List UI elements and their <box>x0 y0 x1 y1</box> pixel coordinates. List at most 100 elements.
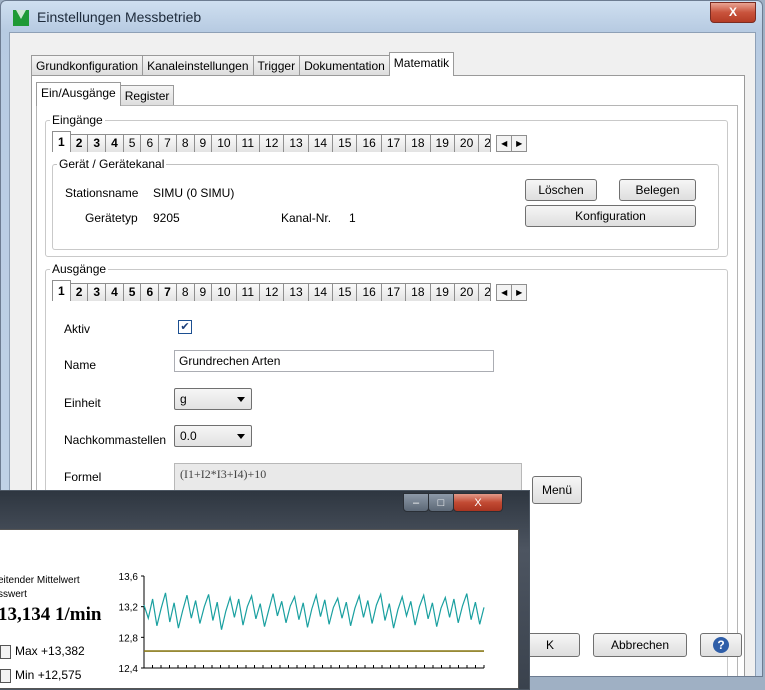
max-value: +13,382 <box>41 644 85 658</box>
output-channel-tab[interactable]: 5 <box>122 283 142 301</box>
decimals-select[interactable]: 0.0 <box>174 425 252 447</box>
output-tab-scroll: ◀ ▶ <box>496 284 528 301</box>
input-channel-tab[interactable]: 10 <box>211 134 237 152</box>
output-channel-tab[interactable]: 20 <box>453 283 480 301</box>
output-channel-tab[interactable]: 19 <box>429 283 455 301</box>
max-toggle[interactable] <box>0 644 11 659</box>
tab-dokumentation[interactable]: Dokumentation <box>299 55 390 76</box>
channel-no-label: Kanal-Nr. <box>281 211 332 225</box>
input-channel-tab[interactable]: 14 <box>307 134 334 152</box>
minimize-button[interactable]: – <box>403 493 429 512</box>
output-channel-tab[interactable]: 16 <box>356 283 382 301</box>
output-channel-tab[interactable]: 9 <box>193 283 213 301</box>
app-logo-icon <box>13 10 29 26</box>
input-channel-tabs: 1 2 3 4 5 6 7 8 9 10 11 12 13 14 15 16 1… <box>52 131 528 152</box>
input-channel-tab[interactable]: 4 <box>105 134 124 152</box>
input-channel-tab[interactable]: 19 <box>429 134 455 152</box>
input-channel-tab[interactable]: 7 <box>158 134 177 152</box>
main-tabs: Grundkonfiguration Kanaleinstellungen Tr… <box>31 52 455 76</box>
input-channel-tab[interactable]: 2 <box>478 134 492 152</box>
tab-ein-ausgaenge[interactable]: Ein/Ausgänge <box>36 82 121 106</box>
input-channel-tab[interactable]: 12 <box>259 134 285 152</box>
min-toggle[interactable] <box>0 668 11 683</box>
name-input[interactable]: Grundrechen Arten <box>174 350 494 372</box>
input-channel-tab[interactable]: 1 <box>52 131 71 152</box>
output-channel-tab[interactable]: 7 <box>158 283 177 301</box>
tab-kanaleinstellungen[interactable]: Kanaleinstellungen <box>142 55 254 76</box>
decimals-value: 0.0 <box>180 429 197 443</box>
output-channel-tab[interactable]: 10 <box>211 283 237 301</box>
trend-chart: 13,6 13,2 12,8 12,4 <box>119 572 485 675</box>
output-channel-tab[interactable]: 14 <box>307 283 334 301</box>
overlay-close-button[interactable]: X <box>453 493 503 512</box>
close-button[interactable]: X <box>710 2 756 23</box>
output-channel-tab[interactable]: 12 <box>259 283 285 301</box>
chevron-down-icon <box>237 434 245 439</box>
output-channel-tab[interactable]: 1 <box>52 280 71 301</box>
input-channel-tab[interactable]: 16 <box>356 134 382 152</box>
name-label: Name <box>64 358 97 372</box>
tab-register[interactable]: Register <box>119 85 175 106</box>
station-value: SIMU (0 SIMU) <box>153 186 235 200</box>
unit-value: g <box>180 392 187 406</box>
device-group: Gerät / Gerätekanal Stationsname SIMU (0… <box>52 157 719 250</box>
scroll-right-icon[interactable]: ▶ <box>511 135 528 152</box>
max-row: Max +13,382 <box>0 644 85 659</box>
delete-button[interactable]: Löschen <box>525 179 597 201</box>
output-channel-tab[interactable]: 3 <box>87 283 107 301</box>
input-channel-tab[interactable]: 20 <box>453 134 480 152</box>
input-channel-tab[interactable]: 11 <box>235 134 261 152</box>
measurement-client: eitender Mittelwert sswert 13,134 1/min … <box>0 529 519 689</box>
tab-matematik[interactable]: Matematik <box>388 52 455 76</box>
output-channel-tab[interactable]: 4 <box>105 283 124 301</box>
output-channel-tab[interactable]: 2 <box>478 283 492 301</box>
cancel-button[interactable]: Abbrechen <box>593 633 687 657</box>
input-channel-tab[interactable]: 15 <box>332 134 358 152</box>
input-channel-tab[interactable]: 5 <box>122 134 142 152</box>
output-channel-tab[interactable]: 17 <box>380 283 407 301</box>
moving-average-label: eitender Mittelwert <box>0 575 80 586</box>
maximize-button[interactable]: □ <box>428 493 454 512</box>
assign-button[interactable]: Belegen <box>619 179 696 201</box>
sub-tabs: Ein/Ausgänge Register <box>36 82 175 106</box>
tab-grundkonfiguration[interactable]: Grundkonfiguration <box>31 55 144 76</box>
input-tab-scroll: ◀ ▶ <box>496 135 528 152</box>
help-button[interactable]: ? <box>700 633 742 657</box>
scroll-left-icon[interactable]: ◀ <box>496 135 513 152</box>
type-value: 9205 <box>153 211 180 225</box>
chevron-down-icon <box>237 397 245 402</box>
scroll-right-icon[interactable]: ▶ <box>511 284 528 301</box>
menu-button[interactable]: Menü <box>532 476 582 504</box>
output-channel-tab[interactable]: 8 <box>175 283 195 301</box>
title-bar[interactable]: Einstellungen Messbetrieb X <box>1 1 762 33</box>
scroll-left-icon[interactable]: ◀ <box>496 284 513 301</box>
measurement-window[interactable]: – □ X eitender Mittelwert sswert 13,134 … <box>0 490 530 690</box>
device-legend: Gerät / Gerätekanal <box>57 157 167 171</box>
output-channel-tab[interactable]: 15 <box>332 283 358 301</box>
y-tick-label: 12,4 <box>119 664 139 675</box>
inputs-legend: Eingänge <box>50 113 105 127</box>
output-channel-tab[interactable]: 13 <box>283 283 309 301</box>
input-channel-tab[interactable]: 3 <box>87 134 107 152</box>
output-channel-tab[interactable]: 6 <box>140 283 160 301</box>
tab-trigger[interactable]: Trigger <box>252 55 301 76</box>
min-value: +12,575 <box>37 668 82 682</box>
output-channel-tab[interactable]: 11 <box>235 283 261 301</box>
input-channel-tab[interactable]: 13 <box>283 134 309 152</box>
unit-select[interactable]: g <box>174 388 252 410</box>
active-checkbox[interactable]: ✔ <box>178 320 192 334</box>
input-channel-tab[interactable]: 17 <box>380 134 407 152</box>
input-channel-tab[interactable]: 18 <box>405 134 431 152</box>
y-tick-label: 12,8 <box>119 633 139 644</box>
output-channel-tab[interactable]: 18 <box>405 283 431 301</box>
output-channel-tab[interactable]: 2 <box>69 283 89 301</box>
input-channel-tab[interactable]: 8 <box>175 134 195 152</box>
input-channel-tab[interactable]: 2 <box>69 134 89 152</box>
input-channel-tab[interactable]: 9 <box>193 134 213 152</box>
input-channel-tab[interactable]: 6 <box>140 134 160 152</box>
measured-value: 13,134 1/min <box>0 604 102 625</box>
decimals-label: Nachkommastellen <box>64 433 167 447</box>
formula-label: Formel <box>64 470 102 484</box>
inputs-group: Eingänge 1 2 3 4 5 6 7 8 9 10 11 12 13 1… <box>45 113 728 257</box>
configuration-button[interactable]: Konfiguration <box>525 205 696 227</box>
